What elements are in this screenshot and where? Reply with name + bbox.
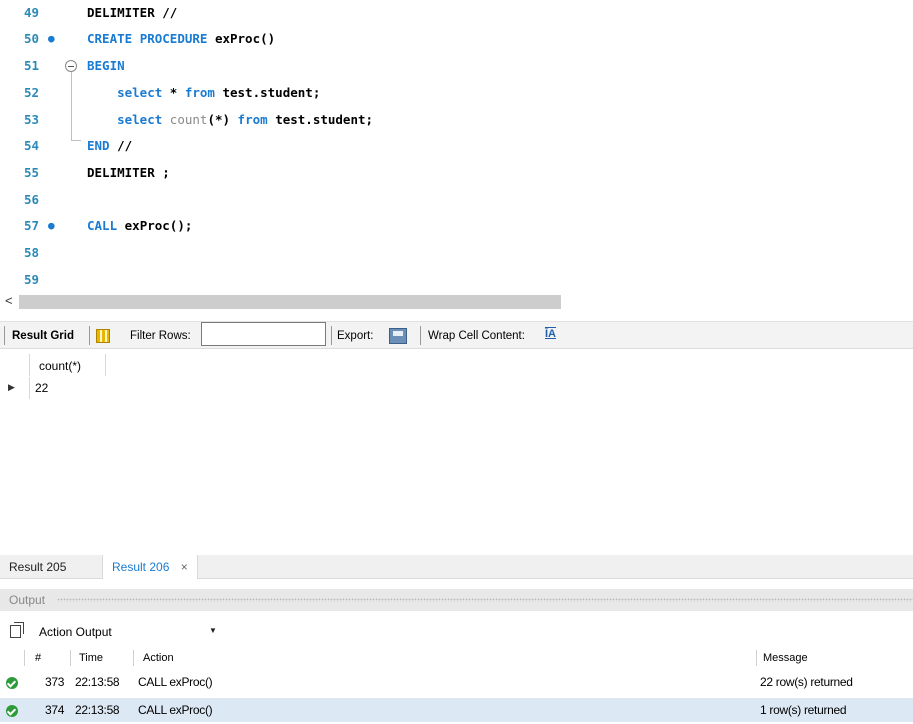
filter-rows-label: Filter Rows:: [130, 330, 191, 342]
code-text: select count(*) from test.student;: [117, 112, 374, 127]
tab-label: Result 206: [112, 560, 170, 574]
code-text: CALL exProc();: [87, 218, 193, 233]
filter-rows-input[interactable]: [201, 322, 326, 346]
table-cell[interactable]: 22: [35, 381, 48, 395]
code-line[interactable]: 53 select count(*) from test.student;: [0, 107, 913, 133]
column-divider[interactable]: [756, 650, 757, 666]
output-panel-header[interactable]: Output: [0, 589, 913, 611]
output-row-time: 22:13:58: [75, 703, 120, 717]
line-number: 54: [24, 138, 40, 153]
line-number: 52: [24, 85, 40, 100]
output-toolbar: Action Output ▼: [0, 619, 913, 645]
toolbar-separator: [89, 326, 90, 345]
row-header[interactable]: [0, 377, 30, 399]
wrap-cell-content-icon[interactable]: ĪA: [545, 328, 556, 340]
close-icon[interactable]: ×: [181, 560, 188, 574]
code-text: END //: [87, 138, 133, 153]
export-icon[interactable]: [389, 328, 407, 344]
code-line[interactable]: 55 DELIMITER ;: [0, 160, 913, 186]
grid-corner[interactable]: [0, 354, 30, 376]
result-tabs: Result 205 Result 206 ×: [0, 555, 913, 579]
grid-layout-icon[interactable]: [96, 329, 110, 343]
export-label: Export:: [337, 330, 374, 342]
sql-editor[interactable]: 49 DELIMITER // 50 ● CREATE PROCEDURE exProc…: [0, 0, 913, 288]
line-number: 57: [24, 218, 40, 233]
output-row-action: CALL exProc(): [138, 675, 213, 689]
success-check-icon: [6, 677, 18, 689]
code-text: DELIMITER ;: [87, 165, 170, 180]
tab-result-205[interactable]: Result 205: [0, 555, 75, 579]
toolbar-separator: [4, 326, 5, 345]
code-text: DELIMITER //: [87, 5, 178, 20]
code-line[interactable]: 50 ● CREATE PROCEDURE exProc(): [0, 26, 913, 52]
fold-toggle-icon[interactable]: [65, 60, 77, 72]
result-grid-button[interactable]: Result Grid: [12, 330, 74, 342]
copy-icon[interactable]: [10, 622, 24, 638]
code-line[interactable]: 49 DELIMITER //: [0, 0, 913, 26]
code-line[interactable]: 57 ● CALL exProc();: [0, 213, 913, 239]
output-title: Output: [9, 593, 46, 607]
fold-guide: [71, 72, 72, 140]
line-number: 59: [24, 272, 40, 287]
column-header-message[interactable]: Message: [763, 652, 808, 664]
toolbar-separator: [420, 326, 421, 345]
action-output-table: # Time Action Message 373 22:13:58 CALL …: [0, 648, 913, 724]
output-row-message: 1 row(s) returned: [760, 703, 847, 717]
result-grid: count(*) ▶ 22: [0, 350, 913, 555]
code-line[interactable]: 58: [0, 240, 913, 266]
output-row-num: 373: [45, 675, 65, 689]
code-line[interactable]: 59: [0, 267, 913, 293]
tab-label: Result 205: [9, 560, 67, 574]
code-text: BEGIN: [87, 58, 125, 73]
code-line[interactable]: 54 END //: [0, 133, 913, 159]
statement-marker-icon: ●: [48, 32, 55, 45]
line-number: 55: [24, 165, 40, 180]
line-number: 58: [24, 245, 40, 260]
code-line[interactable]: 51 BEGIN: [0, 53, 913, 79]
code-line[interactable]: 52 select * from test.student;: [0, 80, 913, 106]
column-header-num[interactable]: #: [35, 652, 41, 664]
output-row-time: 22:13:58: [75, 675, 120, 689]
output-row[interactable]: 374 22:13:58 CALL exProc() 1 row(s) retu…: [0, 698, 913, 722]
scrollbar-thumb[interactable]: [19, 295, 561, 309]
chevron-down-icon: ▼: [209, 626, 217, 635]
output-row-num: 374: [45, 703, 65, 717]
column-header-count[interactable]: count(*): [30, 354, 106, 376]
line-number: 49: [24, 5, 40, 20]
code-line[interactable]: 56: [0, 187, 913, 213]
column-header-action[interactable]: Action: [143, 652, 174, 664]
result-grid-toolbar: Result Grid Filter Rows: Export: Wrap Ce…: [0, 321, 913, 349]
tab-result-206[interactable]: Result 206 ×: [102, 555, 198, 579]
output-type-select[interactable]: Action Output ▼: [33, 621, 219, 643]
line-number: 50: [24, 31, 40, 46]
panel-grip[interactable]: [57, 598, 913, 602]
line-number: 56: [24, 192, 40, 207]
line-number: 53: [24, 112, 40, 127]
column-header-time[interactable]: Time: [79, 652, 103, 664]
column-divider[interactable]: [24, 650, 25, 666]
output-row-action: CALL exProc(): [138, 703, 213, 717]
output-type-value: Action Output: [39, 625, 112, 639]
line-number: 51: [24, 58, 40, 73]
fold-guide-end: [71, 140, 81, 141]
statement-marker-icon: ●: [48, 219, 55, 232]
toolbar-separator: [331, 326, 332, 345]
horizontal-scrollbar[interactable]: <: [0, 293, 913, 310]
code-text: CREATE PROCEDURE exProc(): [87, 31, 276, 46]
output-table-header: # Time Action Message: [0, 648, 913, 670]
output-row-message: 22 row(s) returned: [760, 675, 853, 689]
success-check-icon: [6, 705, 18, 717]
column-divider[interactable]: [133, 650, 134, 666]
wrap-cell-content-label: Wrap Cell Content:: [428, 330, 525, 342]
current-row-arrow-icon: ▶: [8, 382, 15, 392]
column-divider[interactable]: [70, 650, 71, 666]
output-row[interactable]: 373 22:13:58 CALL exProc() 22 row(s) ret…: [0, 670, 913, 694]
code-text: select * from test.student;: [117, 85, 321, 100]
scroll-left-arrow-icon[interactable]: <: [5, 293, 13, 308]
